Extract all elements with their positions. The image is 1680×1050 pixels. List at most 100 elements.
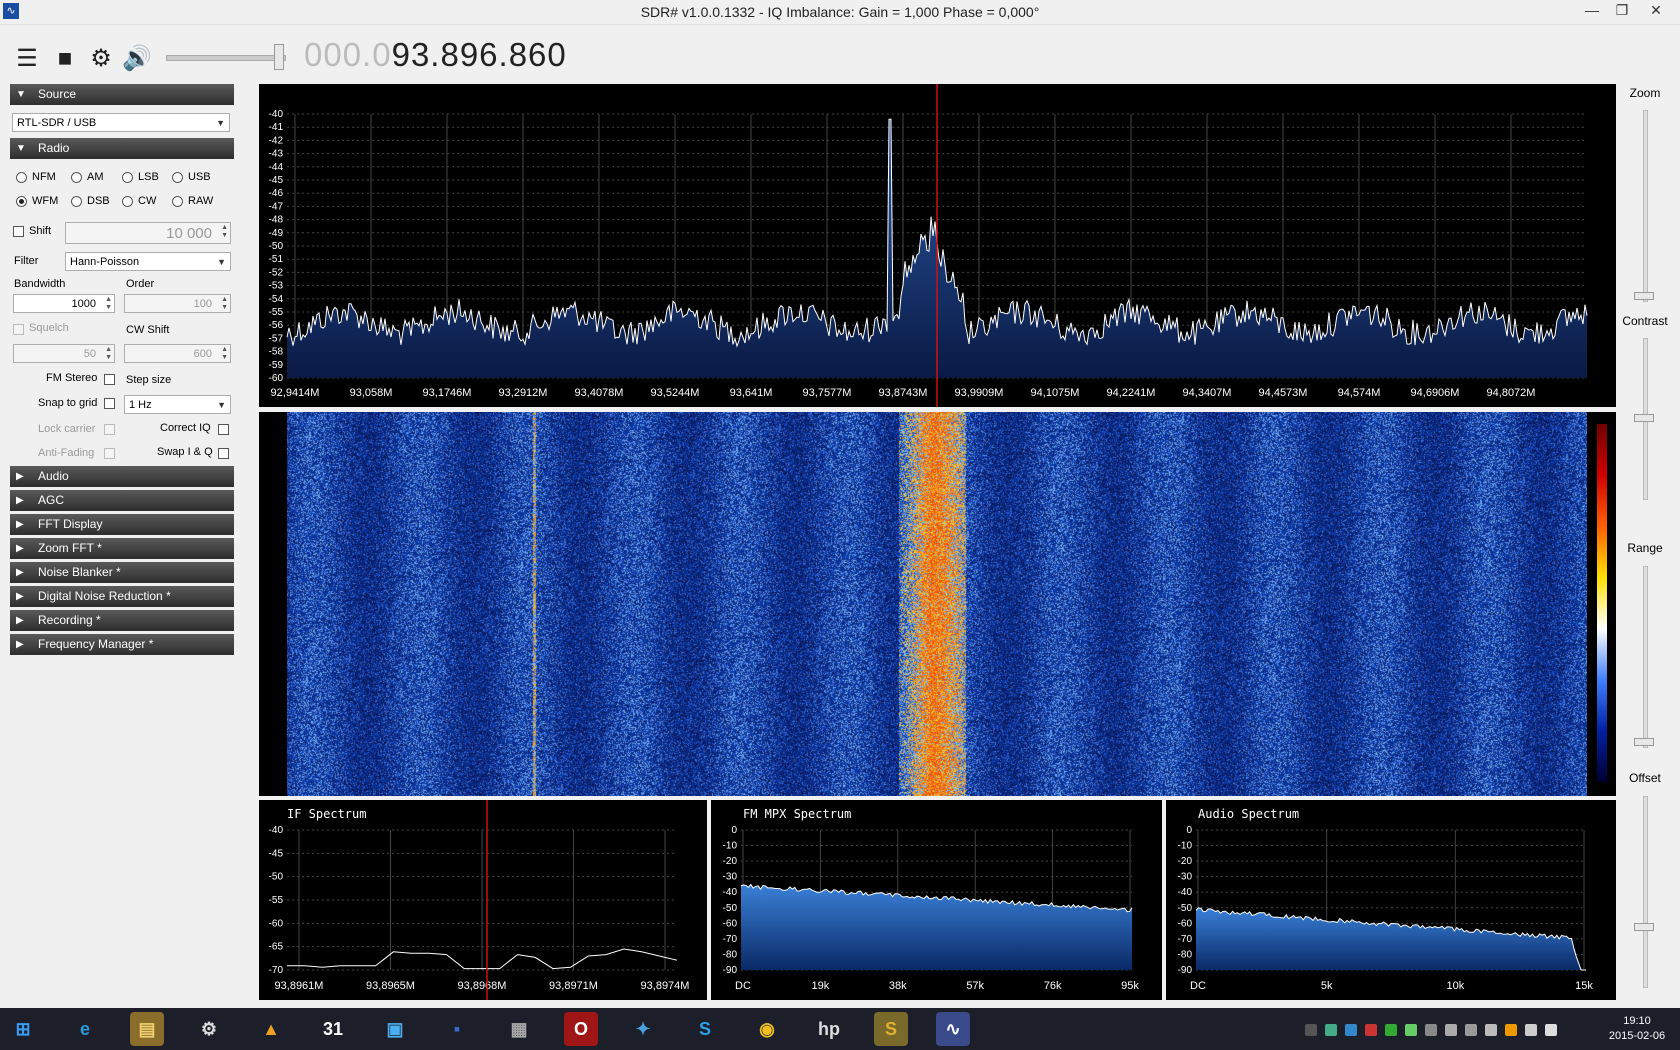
mode-radio-raw[interactable] bbox=[172, 196, 183, 207]
dropbox-tray-icon[interactable] bbox=[1345, 1024, 1357, 1036]
spinner-icon[interactable]: ▲ ▼ bbox=[221, 224, 228, 240]
mode-radio-lsb[interactable] bbox=[122, 172, 133, 183]
volume-tray-icon[interactable] bbox=[1545, 1024, 1557, 1036]
sdr-s-icon[interactable]: S bbox=[874, 1012, 908, 1046]
calendar-app-icon[interactable]: 31 bbox=[316, 1012, 350, 1046]
lock-carrier-checkbox[interactable] bbox=[104, 424, 115, 435]
gear-icon[interactable]: ⚙ bbox=[86, 44, 116, 74]
mode-radio-usb[interactable] bbox=[172, 172, 183, 183]
shift-checkbox[interactable] bbox=[13, 226, 24, 237]
anti-fading-checkbox[interactable] bbox=[104, 448, 115, 459]
snap-to-grid-checkbox[interactable] bbox=[104, 398, 115, 409]
spinner-icon[interactable]: ▲ ▼ bbox=[221, 346, 228, 362]
section-header-fft-display[interactable]: ▶ FFT Display bbox=[10, 514, 234, 535]
skype-icon[interactable]: S bbox=[688, 1012, 722, 1046]
waterfall-display[interactable] bbox=[287, 412, 1587, 796]
if-spectrum-chart[interactable]: IF Spectrum-40 -45 -50 -55 -60 -65 -70 93,8961M… bbox=[259, 800, 707, 1000]
source-device-select[interactable]: RTL-SDR / USB ▼ bbox=[12, 113, 230, 132]
squelch-checkbox[interactable] bbox=[13, 324, 24, 335]
range-slider[interactable] bbox=[1643, 566, 1648, 748]
stop-icon[interactable]: ■ bbox=[50, 44, 80, 74]
calculator-icon[interactable]: ▦ bbox=[502, 1012, 536, 1046]
volume-slider[interactable] bbox=[166, 55, 286, 61]
zoom-slider-thumb[interactable] bbox=[1634, 292, 1654, 300]
mpx-spectrum-chart[interactable]: FM MPX Spectrum 0 -10 -20 -30 -40 -50 -60 -70 -80… bbox=[711, 800, 1162, 1000]
section-header-recording[interactable]: ▶ Recording * bbox=[10, 610, 234, 631]
squelch-input[interactable]: 50 ▲ ▼ bbox=[13, 344, 115, 363]
offset-slider-thumb[interactable] bbox=[1634, 923, 1654, 932]
mpx-spectrum-panel[interactable]: FM MPX Spectrum 0 -10 -20 -30 -40 -50 -60 -70 -80… bbox=[711, 800, 1162, 1000]
notification-icon[interactable] bbox=[1305, 1024, 1317, 1036]
gmail-tray-icon[interactable] bbox=[1365, 1024, 1377, 1036]
windows-start-icon[interactable]: ⊞ bbox=[6, 1012, 40, 1046]
section-header-digital-noise-reduction[interactable]: ▶ Digital Noise Reduction * bbox=[10, 586, 234, 607]
save-disk-icon[interactable]: ▪ bbox=[440, 1012, 474, 1046]
speaker-icon[interactable]: 🔊 bbox=[122, 44, 152, 74]
storage-tray-icon[interactable] bbox=[1425, 1024, 1437, 1036]
close-icon[interactable]: ✕ bbox=[1640, 0, 1672, 22]
vlc-icon[interactable]: ▲ bbox=[254, 1012, 288, 1046]
mode-radio-cw[interactable] bbox=[122, 196, 133, 207]
range-slider-thumb[interactable] bbox=[1634, 738, 1654, 746]
frequency-display[interactable]: 000.093.896.860 bbox=[304, 36, 567, 74]
chrome-tray-icon[interactable] bbox=[1325, 1024, 1337, 1036]
network-tray-icon[interactable] bbox=[1445, 1024, 1457, 1036]
shift-input[interactable]: 10 000 ▲ ▼ bbox=[65, 222, 231, 244]
mode-radio-am[interactable] bbox=[71, 172, 82, 183]
if-spectrum-panel[interactable]: IF Spectrum -40 -45 -50 -55 -60 -65 -70 93,8961M… bbox=[259, 800, 707, 1000]
audio-spectrum-panel[interactable]: Audio Spectrum 0 -10 -20 -30 -40 -50 -60 -70 -80 -… bbox=[1166, 800, 1616, 1000]
update-tray-icon[interactable] bbox=[1405, 1024, 1417, 1036]
chrome-icon[interactable]: ◉ bbox=[750, 1012, 784, 1046]
section-header-frequency-manager[interactable]: ▶ Frequency Manager * bbox=[10, 634, 234, 655]
step-size-select[interactable]: 1 Hz ▼ bbox=[124, 395, 231, 414]
mode-radio-wfm[interactable] bbox=[16, 196, 27, 207]
frequency-digits[interactable]: 93.896.860 bbox=[392, 36, 567, 73]
sdrsharp-icon[interactable]: ∿ bbox=[936, 1012, 970, 1046]
section-header-zoom-fft[interactable]: ▶ Zoom FFT * bbox=[10, 538, 234, 559]
fm-stereo-checkbox[interactable] bbox=[104, 374, 115, 385]
section-header-noise-blanker[interactable]: ▶ Noise Blanker * bbox=[10, 562, 234, 583]
hp-icon[interactable]: hp bbox=[812, 1012, 846, 1046]
frequency-leading-digits[interactable]: 000.0 bbox=[304, 36, 392, 73]
y-tick-label: -30 bbox=[723, 872, 738, 883]
audio-spectrum-chart[interactable]: Audio Spectrum 0 -10 -20 -30 -40 -50 -60 -70 -80 -… bbox=[1166, 800, 1616, 1000]
waterfall-panel[interactable] bbox=[259, 412, 1616, 796]
source-section-header[interactable]: ▼ Source bbox=[10, 84, 234, 105]
battery-tray-icon[interactable] bbox=[1525, 1024, 1537, 1036]
section-header-agc[interactable]: ▶ AGC bbox=[10, 490, 234, 511]
spinner-icon[interactable]: ▲ ▼ bbox=[221, 296, 228, 312]
order-input[interactable]: 100 ▲ ▼ bbox=[124, 294, 231, 313]
opera-icon[interactable]: O bbox=[564, 1012, 598, 1046]
volume-slider-thumb[interactable] bbox=[274, 44, 285, 70]
flag-tray-icon[interactable] bbox=[1465, 1024, 1477, 1036]
correct-iq-checkbox[interactable] bbox=[218, 424, 229, 435]
restore-icon[interactable]: ❐ bbox=[1606, 0, 1638, 22]
system-clock[interactable]: 19:10 2015-02-06 bbox=[1598, 1014, 1676, 1044]
cw-shift-input[interactable]: 600 ▲ ▼ bbox=[124, 344, 231, 363]
mode-radio-nfm[interactable] bbox=[16, 172, 27, 183]
avast-tray-icon[interactable] bbox=[1505, 1024, 1517, 1036]
x-tick-label: 92,9414M bbox=[271, 387, 320, 399]
spectrum-panel[interactable]: -40 -41 -42 -43 -44 -45 -46 -47 -48 -49 -50 -51 -52 -… bbox=[259, 84, 1616, 407]
section-header-audio[interactable]: ▶ Audio bbox=[10, 466, 234, 487]
app-tray-icon[interactable] bbox=[1385, 1024, 1397, 1036]
intel-app-icon[interactable]: ▣ bbox=[378, 1012, 412, 1046]
steam-icon[interactable]: ⚙ bbox=[192, 1012, 226, 1046]
file-explorer-icon[interactable]: ▤ bbox=[130, 1012, 164, 1046]
cloud-tray-icon[interactable] bbox=[1485, 1024, 1497, 1036]
menu-icon[interactable]: ☰ bbox=[12, 44, 42, 74]
swap-iq-checkbox[interactable] bbox=[218, 448, 229, 459]
bird-app-icon[interactable]: ✦ bbox=[626, 1012, 660, 1046]
radio-section-header[interactable]: ▼ Radio bbox=[10, 138, 234, 159]
minimize-icon[interactable]: — bbox=[1576, 0, 1608, 22]
filter-select[interactable]: Hann-Poisson ▼ bbox=[65, 252, 231, 271]
spinner-icon[interactable]: ▲ ▼ bbox=[105, 346, 112, 362]
bandwidth-input[interactable]: 1000 ▲ ▼ bbox=[13, 294, 115, 313]
spinner-icon[interactable]: ▲ ▼ bbox=[105, 296, 112, 312]
offset-slider[interactable] bbox=[1643, 796, 1648, 988]
zoom-slider[interactable] bbox=[1643, 110, 1648, 302]
spectrum-analyzer[interactable]: -40 -41 -42 -43 -44 -45 -46 -47 -48 -49 -50 -51 -52 -… bbox=[259, 84, 1616, 407]
internet-explorer-icon[interactable]: e bbox=[68, 1012, 102, 1046]
mode-radio-dsb[interactable] bbox=[71, 196, 82, 207]
contrast-slider-thumb[interactable] bbox=[1634, 414, 1654, 422]
